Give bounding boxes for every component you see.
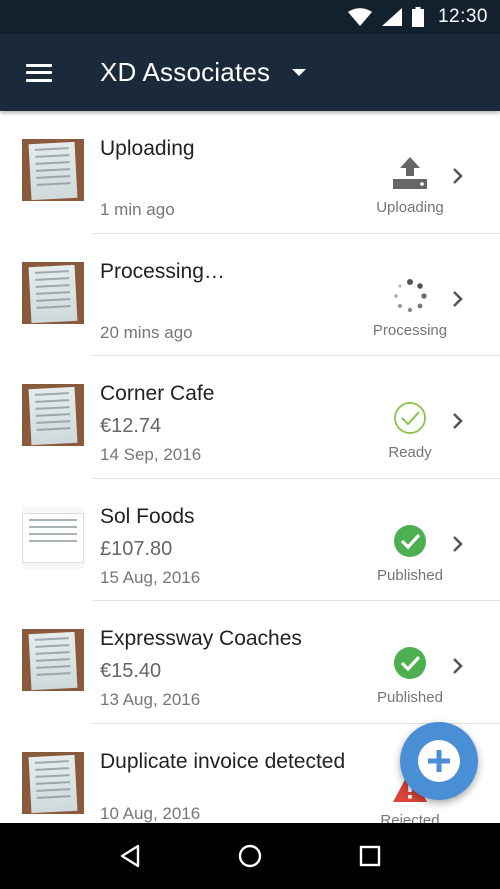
wifi-icon <box>347 8 372 26</box>
menu-button[interactable] <box>0 34 78 111</box>
status-label: Published <box>377 566 443 584</box>
receipt-status: Ready <box>360 400 460 461</box>
receipt-thumbnail <box>22 384 84 446</box>
status-time: 12:30 <box>437 6 488 27</box>
receipt-thumbnail <box>22 751 84 814</box>
receipt-thumbnail <box>22 629 84 691</box>
receipt-title: Uploading <box>100 137 195 160</box>
receipt-thumbnail <box>22 506 84 569</box>
battery-icon <box>411 7 424 27</box>
account-dropdown[interactable]: XD Associates <box>78 57 307 88</box>
receipt-date: 15 Aug, 2016 <box>100 567 201 587</box>
chevron-right-icon[interactable] <box>452 167 464 190</box>
status-label: Ready <box>388 444 432 461</box>
page-title: XD Associates <box>100 57 271 87</box>
receipt-title: Expressway Coaches <box>100 627 302 650</box>
signal-icon <box>381 8 402 26</box>
plus-icon <box>418 740 460 782</box>
receipt-date: 1 min ago <box>100 200 175 219</box>
receipt-title: Corner Cafe <box>100 382 215 405</box>
status-label: Rejected <box>380 811 440 824</box>
receipt-date: 20 mins ago <box>100 322 193 342</box>
status-label: Published <box>377 689 443 706</box>
list-item[interactable]: Sol Foods £107.80 15 Aug, 2016 Published <box>0 479 500 601</box>
system-nav-bar <box>0 823 500 889</box>
check-filled-icon <box>360 523 460 559</box>
receipt-amount: €15.40 <box>100 660 162 682</box>
hamburger-icon <box>26 63 52 82</box>
status-label: Processing <box>372 321 448 339</box>
receipt-date: 10 Aug, 2016 <box>100 803 201 823</box>
receipt-date: 14 Sep, 2016 <box>100 445 202 464</box>
receipt-status: Published <box>360 645 460 706</box>
receipt-amount: £107.80 <box>100 537 173 560</box>
receipt-date: 13 Aug, 2016 <box>100 690 201 709</box>
receipt-status: Processing <box>360 278 460 339</box>
caret-down-icon <box>292 69 307 76</box>
add-receipt-button[interactable] <box>400 722 478 800</box>
back-triangle-icon <box>120 844 140 868</box>
recents-square-icon <box>359 845 381 867</box>
back-button[interactable] <box>110 836 150 876</box>
list-item[interactable]: Processing… 20 mins ago Processing <box>0 234 500 356</box>
list-item[interactable]: Expressway Coaches €15.40 13 Aug, 2016 P… <box>0 601 500 724</box>
chevron-right-icon[interactable] <box>452 535 464 558</box>
list-item[interactable]: Uploading 1 min ago Uploading <box>0 111 500 234</box>
chevron-right-icon[interactable] <box>452 290 464 313</box>
status-label: Uploading <box>376 199 444 216</box>
status-bar: 12:30 <box>0 0 500 34</box>
upload-icon <box>360 155 460 191</box>
receipt-status: Uploading <box>360 155 460 216</box>
home-button[interactable] <box>230 836 270 876</box>
chevron-right-icon[interactable] <box>452 657 464 680</box>
receipt-title: Duplicate invoice detected <box>100 749 346 773</box>
receipt-thumbnail <box>22 139 84 201</box>
receipt-title: Processing… <box>100 259 225 283</box>
spinner-icon <box>360 278 460 314</box>
check-outline-icon <box>360 400 460 436</box>
check-filled-icon <box>360 645 460 681</box>
receipt-amount: €12.74 <box>100 415 162 437</box>
receipt-thumbnail <box>22 261 84 324</box>
recents-button[interactable] <box>350 836 390 876</box>
receipt-list: Uploading 1 min ago Uploading Processing… <box>0 111 500 823</box>
home-circle-icon <box>238 844 262 868</box>
receipt-status: Published <box>360 523 460 584</box>
receipt-title: Sol Foods <box>100 504 195 528</box>
list-item[interactable]: Corner Cafe €12.74 14 Sep, 2016 Ready <box>0 356 500 479</box>
chevron-right-icon[interactable] <box>452 412 464 435</box>
app-bar: XD Associates <box>0 34 500 111</box>
